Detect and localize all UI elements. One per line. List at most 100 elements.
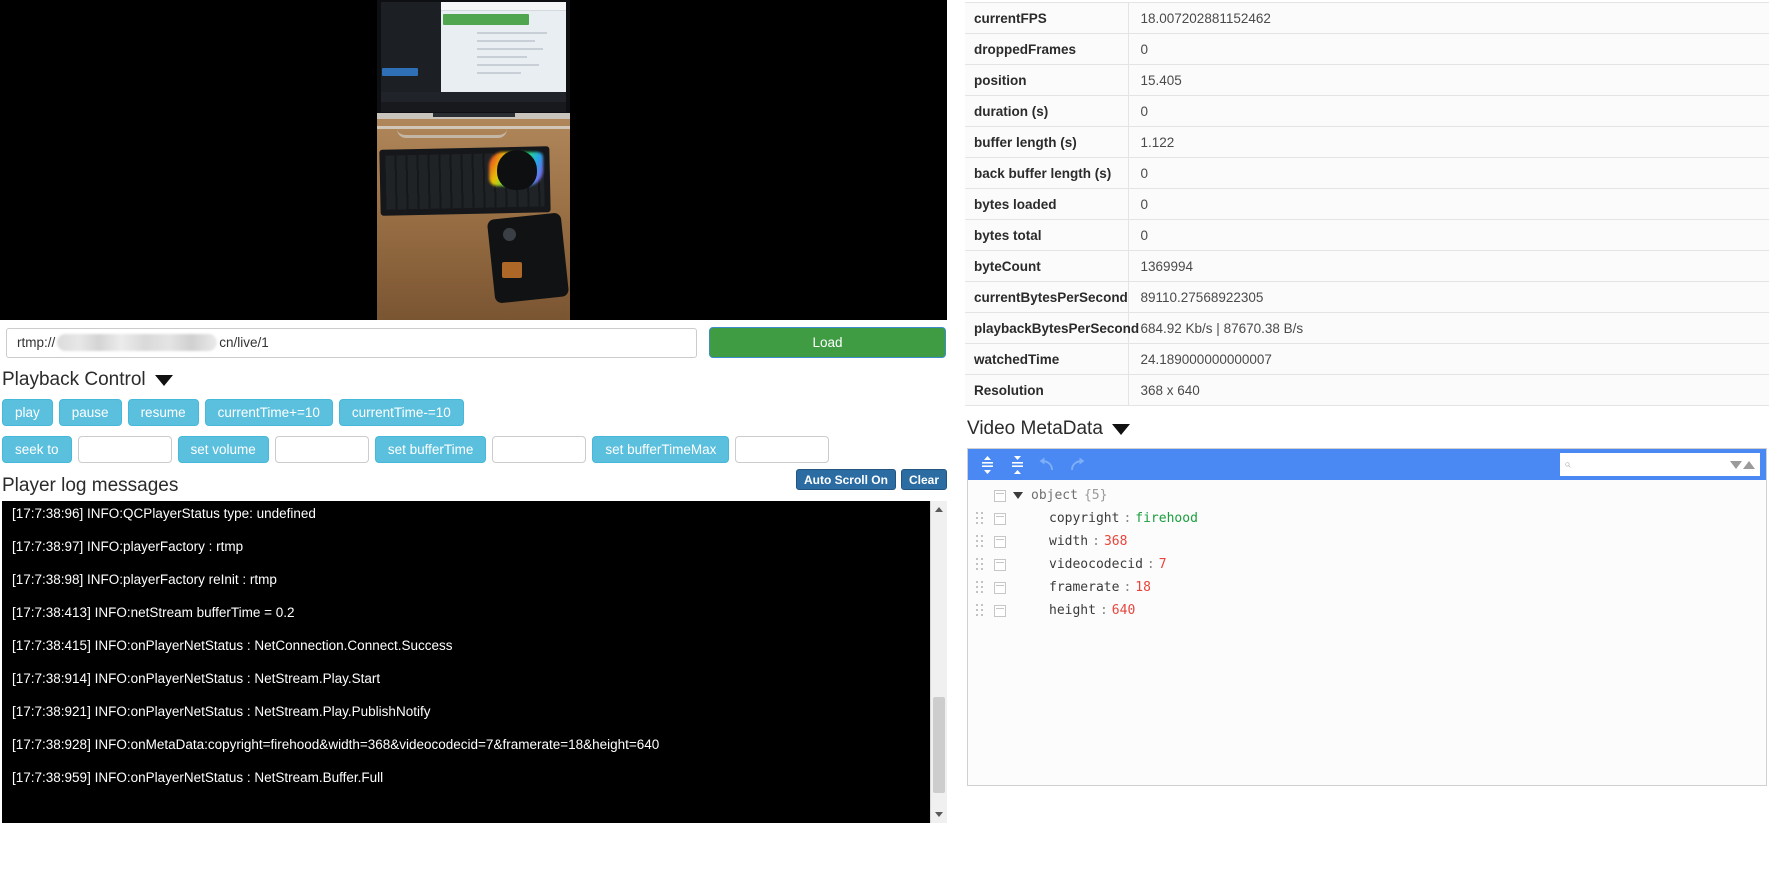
log-scrollbar[interactable]	[930, 501, 947, 823]
json-entry-row[interactable]: videocodecid : 7	[968, 553, 1766, 576]
json-value[interactable]: 7	[1159, 557, 1167, 572]
stat-value: 0	[1128, 33, 1769, 65]
seek-to-button[interactable]: seek to	[2, 436, 72, 463]
log-panel-title: Player log messages	[2, 475, 179, 496]
scroll-up-icon[interactable]	[931, 501, 947, 518]
drag-handle-icon[interactable]	[976, 604, 989, 617]
json-entry-row[interactable]: height : 640	[968, 599, 1766, 622]
current-time-forward-button[interactable]: currentTime+=10	[204, 399, 333, 426]
log-scrollbar-thumb[interactable]	[933, 697, 945, 793]
stream-url-row: rtmp:// cn/live/1 Load	[0, 320, 965, 365]
drag-handle-icon[interactable]	[976, 581, 989, 594]
stat-label: back buffer length (s)	[965, 157, 1129, 189]
json-value[interactable]: 368	[1104, 534, 1127, 549]
stream-url-prefix: rtmp://	[17, 335, 56, 350]
redo-icon[interactable]	[1064, 453, 1090, 477]
stat-label: playbackBytesPerSecond	[965, 312, 1139, 344]
video-metadata-heading[interactable]: Video MetaData	[965, 406, 1769, 448]
stat-value: 1.122	[1128, 126, 1769, 158]
log-line: [17:7:38:928] INFO:onMetaData:copyright=…	[12, 737, 660, 752]
stat-label: bytes total	[965, 219, 1129, 251]
stat-label: currentFPS	[965, 2, 1129, 34]
expand-all-icon[interactable]	[974, 453, 1000, 477]
field-menu-icon[interactable]	[994, 581, 1006, 594]
video-screen-line	[477, 48, 543, 50]
json-value[interactable]: 18	[1135, 580, 1151, 595]
playback-buttons-row-2: seek to set volume set bufferTime set bu…	[0, 434, 965, 471]
json-colon: :	[1092, 534, 1100, 549]
table-row: playbackBytesPerSecond 684.92 Kb/s | 876…	[965, 312, 1769, 344]
video-screen-line	[477, 72, 521, 74]
json-root-row[interactable]: object {5}	[968, 484, 1766, 507]
video-stage[interactable]	[0, 0, 947, 320]
drag-handle-icon[interactable]	[976, 535, 989, 548]
video-screen-topbar	[441, 2, 566, 11]
log-line: [17:7:38:98] INFO:playerFactory reInit :…	[12, 572, 277, 587]
play-button[interactable]: play	[2, 399, 53, 426]
json-entry-row[interactable]: copyright : firehood	[968, 507, 1766, 530]
load-button[interactable]: Load	[709, 327, 946, 358]
playback-control-heading[interactable]: Playback Control	[0, 365, 965, 397]
log-line: [17:7:38:96] INFO:QCPlayerStatus type: u…	[12, 506, 316, 521]
set-buffertimemax-button[interactable]: set bufferTimeMax	[592, 436, 730, 463]
stat-label: buffer length (s)	[965, 126, 1129, 158]
drag-handle-icon[interactable]	[976, 512, 989, 525]
log-line: [17:7:38:921] INFO:onPlayerNetStatus : N…	[12, 704, 431, 719]
json-tree-body: object {5} copyright : firehood width: …	[968, 480, 1766, 785]
current-time-back-button[interactable]: currentTime-=10	[338, 399, 464, 426]
chevron-down-icon[interactable]	[1730, 460, 1742, 469]
table-row: byteCount 1369994	[965, 250, 1769, 282]
collapse-all-icon[interactable]	[1004, 453, 1030, 477]
stat-label: position	[965, 64, 1129, 96]
scroll-down-icon[interactable]	[931, 806, 947, 823]
set-buffertimemax-input[interactable]	[735, 436, 830, 463]
stat-label: byteCount	[965, 250, 1129, 282]
log-console[interactable]: [17:7:38:96] INFO:QCPlayerStatus type: u…	[2, 501, 947, 823]
json-value[interactable]: firehood	[1135, 511, 1198, 526]
chevron-up-icon[interactable]	[1743, 460, 1755, 469]
field-menu-icon[interactable]	[994, 604, 1006, 617]
json-root-count: {5}	[1083, 488, 1108, 503]
drag-handle-icon[interactable]	[976, 558, 989, 571]
field-menu-icon[interactable]	[994, 535, 1006, 548]
video-cable	[397, 129, 507, 138]
set-buffertime-button[interactable]: set bufferTime	[374, 436, 487, 463]
log-line: [17:7:38:413] INFO:netStream bufferTime …	[12, 605, 295, 620]
json-key: copyright	[1049, 511, 1120, 526]
video-screen-green-banner	[443, 14, 529, 25]
json-key: framerate	[1049, 580, 1120, 595]
stream-url-input[interactable]: rtmp:// cn/live/1	[6, 327, 697, 358]
seek-to-input[interactable]	[77, 436, 172, 463]
auto-scroll-toggle-button[interactable]: Auto Scroll On	[795, 469, 896, 490]
json-entry-row[interactable]: framerate : 18	[968, 576, 1766, 599]
json-value[interactable]: 640	[1112, 603, 1135, 618]
resume-button[interactable]: resume	[127, 399, 199, 426]
json-search-box[interactable]	[1560, 453, 1760, 476]
set-volume-button[interactable]: set volume	[177, 436, 269, 463]
caret-down-icon[interactable]	[154, 374, 173, 386]
json-search-input[interactable]	[1571, 454, 1730, 475]
set-buffertime-input[interactable]	[492, 436, 587, 463]
pause-button[interactable]: pause	[58, 399, 122, 426]
stat-value: 0	[1128, 95, 1769, 127]
player-debug-page: rtmp:// cn/live/1 Load Playback Control p…	[0, 0, 1769, 886]
caret-down-icon[interactable]	[1111, 423, 1130, 435]
table-row: watchedTime 24.189000000000007	[965, 343, 1769, 375]
video-screen-blue-button	[382, 68, 418, 76]
json-tree-editor[interactable]: object {5} copyright : firehood width: …	[967, 448, 1767, 786]
log-line: [17:7:38:914] INFO:onPlayerNetStatus : N…	[12, 671, 381, 686]
json-colon: :	[1123, 580, 1132, 595]
set-volume-input[interactable]	[274, 436, 369, 463]
log-line: [17:7:38:959] INFO:onPlayerNetStatus : N…	[12, 770, 384, 785]
field-menu-icon[interactable]	[994, 558, 1006, 571]
json-entry-row[interactable]: width : 368	[968, 530, 1766, 553]
table-row: bytes total 0	[965, 219, 1769, 251]
caret-down-icon[interactable]	[1013, 492, 1023, 499]
stream-url-redaction	[57, 334, 218, 351]
stat-label: duration (s)	[965, 95, 1129, 127]
clear-log-button[interactable]: Clear	[900, 469, 947, 490]
field-menu-icon[interactable]	[994, 512, 1006, 525]
field-menu-icon[interactable]	[994, 489, 1006, 502]
undo-icon[interactable]	[1034, 453, 1060, 477]
video-screen-sidebar	[381, 2, 441, 102]
